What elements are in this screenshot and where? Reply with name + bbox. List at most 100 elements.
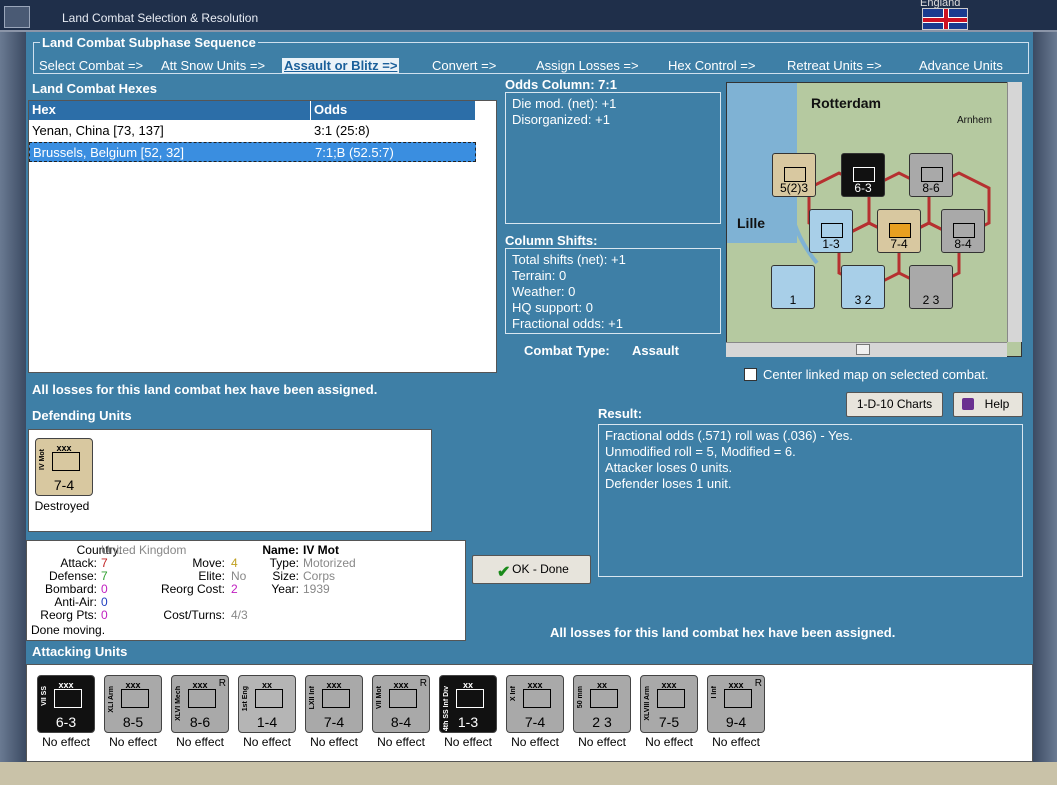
attacking-unit-status: No effect	[645, 735, 693, 749]
unit-stats-box: Country: United Kingdom Attack: 7 Defens…	[26, 540, 466, 641]
col-hex[interactable]: Hex	[29, 101, 311, 120]
unit-name: 1st Eng	[242, 686, 249, 712]
unit-strength: 8-4	[390, 714, 412, 730]
attacking-unit-card[interactable]: xxx VII Mot 8-4 R	[372, 675, 430, 733]
window-title: Land Combat Selection & Resolution	[62, 11, 259, 25]
attacking-unit-status: No effect	[243, 735, 291, 749]
result-box: Fractional odds (.571) roll was (.036) -…	[598, 424, 1023, 577]
hexes-table: Hex Odds Yenan, China [73, 137] 3:1 (25:8…	[28, 100, 497, 373]
attacking-unit-status: No effect	[42, 735, 90, 749]
attacking-unit-card[interactable]: xxx LXII Inf 7-4	[305, 675, 363, 733]
map-label-arnhem: Arnhem	[957, 115, 993, 126]
sequence-step[interactable]: Hex Control =>	[668, 58, 755, 73]
map-scrollbar-horizontal[interactable]	[726, 342, 1007, 357]
attacking-unit-status: No effect	[578, 735, 626, 749]
attacking-unit-card[interactable]: xxx XLVI Mech 8-6 R	[171, 675, 229, 733]
ok-done-button[interactable]: ✔ OK - Done	[472, 555, 591, 584]
sequence-step[interactable]: Assault or Blitz =>	[282, 58, 400, 73]
stat-country: United Kingdom	[101, 543, 187, 557]
unit-strength: 6-3	[55, 714, 77, 730]
map-counter[interactable]: 8-6	[909, 153, 953, 197]
window-menu-icon[interactable]	[4, 6, 30, 28]
reserve-marker: R	[754, 678, 762, 689]
map-counter[interactable]: 1	[771, 265, 815, 309]
defending-unit-card[interactable]: xxx IV Mot 7-4	[35, 438, 93, 496]
unit-strength: 7-4	[53, 477, 75, 493]
title-bar: Land Combat Selection & Resolution Engla…	[0, 0, 1057, 32]
map-counter[interactable]: 8-4	[941, 209, 985, 253]
attacking-unit-status: No effect	[109, 735, 157, 749]
unit-strength: 7-5	[658, 714, 680, 730]
frame-right	[1033, 32, 1057, 785]
unit-name: I Inf	[711, 686, 718, 699]
stat-year: 1939	[303, 582, 330, 596]
losses-message-top: All losses for this land combat hex have…	[32, 382, 378, 397]
map-counter[interactable]: 2 3	[909, 265, 953, 309]
hex-row[interactable]: Yenan, China [73, 137] 3:1 (25:8)	[29, 121, 476, 141]
map-scrollbar-vertical[interactable]	[1007, 82, 1022, 342]
attacking-unit-card[interactable]: xx 4th SS Inf Div 1-3	[439, 675, 497, 733]
infantry-symbol-icon	[52, 452, 80, 471]
shifts-title: Column Shifts:	[505, 233, 598, 248]
sequence-step[interactable]: Att Snow Units =>	[161, 58, 265, 73]
ok-done-label: OK - Done	[512, 562, 569, 576]
stat-name: IV Mot	[303, 543, 339, 557]
unit-strength: 9-4	[725, 714, 747, 730]
help-book-icon	[962, 398, 974, 410]
unit-strength: 2 3	[592, 714, 612, 730]
map-counter[interactable]: 5(2)3	[772, 153, 816, 197]
unit-strength: 7-4	[524, 714, 546, 730]
attacking-unit-card[interactable]: xxx I Inf 9-4 R	[707, 675, 765, 733]
shift-line: HQ support: 0	[512, 300, 593, 315]
attacking-unit-card[interactable]: xx 1st Eng 1-4	[238, 675, 296, 733]
map-counter[interactable]: 6-3	[841, 153, 885, 197]
map-counter-defender[interactable]: 7-4	[877, 209, 921, 253]
attacking-unit-card[interactable]: xx 50 mm 2 3	[573, 675, 631, 733]
stat-reorgcost: 2	[231, 582, 238, 596]
stat-label: Reorg Cost:	[160, 582, 225, 596]
sequence-step[interactable]: Assign Losses =>	[536, 58, 639, 73]
unit-name: IV Mot	[39, 449, 46, 470]
frame-left	[0, 32, 26, 785]
unit-strength: 8-6	[189, 714, 211, 730]
defending-unit-status: Destroyed	[34, 499, 90, 513]
map-counter[interactable]: 3 2	[841, 265, 885, 309]
hexes-title: Land Combat Hexes	[32, 81, 157, 96]
reserve-marker: R	[419, 678, 427, 689]
stat-label: Name:	[262, 543, 299, 557]
charts-button[interactable]: 1-D-10 Charts	[846, 392, 943, 417]
defending-units-box: xxx IV Mot 7-4 Destroyed	[28, 429, 432, 532]
attacking-unit-status: No effect	[377, 735, 425, 749]
stat-costturns: 4/3	[231, 608, 248, 622]
stat-label: Attack:	[60, 556, 97, 570]
unit-symbol-icon	[322, 689, 350, 708]
shift-line: Fractional odds: +1	[512, 316, 623, 331]
center-map-checkbox[interactable]	[744, 368, 757, 381]
unit-symbol-icon	[590, 689, 618, 708]
help-label: Help	[984, 397, 1010, 411]
sequence-step[interactable]: Retreat Units =>	[787, 58, 882, 73]
unit-symbol-icon	[724, 689, 752, 708]
map-scroll-thumb[interactable]	[856, 344, 870, 355]
attacking-unit-card[interactable]: xxx X Inf 7-4	[506, 675, 564, 733]
unit-symbol-icon	[456, 689, 484, 708]
result-title: Result:	[598, 406, 643, 421]
unit-symbol-icon	[121, 689, 149, 708]
hex-cell: Brussels, Belgium [52, 32]	[33, 145, 185, 160]
odds-cell: 3:1 (25:8)	[314, 123, 370, 138]
stat-label: Move:	[192, 556, 225, 570]
hex-row[interactable]: Brussels, Belgium [52, 32] 7:1;B (52.5:7)	[29, 142, 476, 162]
stat-label: Size:	[272, 569, 299, 583]
attacking-unit-card[interactable]: xxx XLVIII Arm 7-5	[640, 675, 698, 733]
linked-map[interactable]: Rotterdam Lille Arnhem 5(2)3 6-3 8-6 1-3…	[726, 82, 1022, 357]
map-counter[interactable]: 1-3	[809, 209, 853, 253]
sequence-step[interactable]: Advance Units	[919, 58, 1003, 73]
help-button[interactable]: Help	[953, 392, 1023, 417]
sequence-step[interactable]: Select Combat =>	[39, 58, 143, 73]
attacking-unit-card[interactable]: xxx XLI Arm 8-5	[104, 675, 162, 733]
result-line: Attacker loses 0 units.	[605, 460, 733, 475]
attacking-unit-card[interactable]: xxx VII SS 6-3	[37, 675, 95, 733]
col-odds[interactable]: Odds	[311, 101, 476, 120]
sequence-step[interactable]: Convert =>	[432, 58, 496, 73]
odds-cell: 7:1;B (52.5:7)	[315, 145, 394, 160]
